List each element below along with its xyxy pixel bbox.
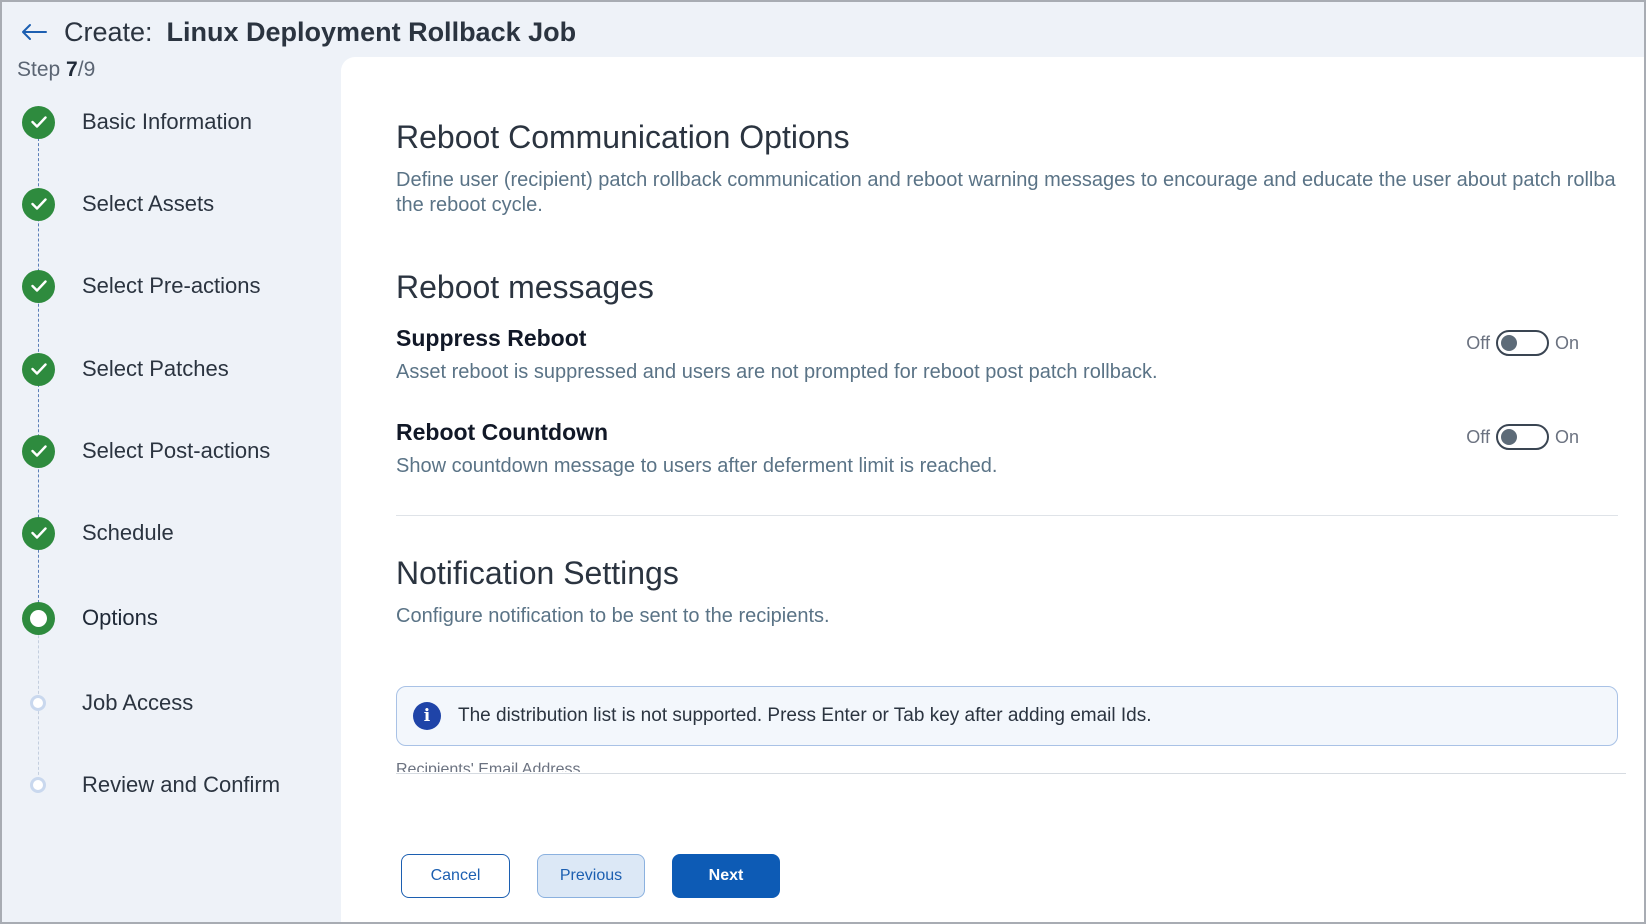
check-icon — [22, 187, 55, 221]
notification-description: Configure notification to be sent to the… — [396, 605, 830, 627]
communication-title: Reboot Communication Options — [396, 119, 850, 155]
info-icon: i — [413, 702, 441, 730]
current-step-icon — [22, 601, 55, 635]
step-select-patches[interactable]: Select Patches — [0, 347, 330, 391]
toggle-knob — [1500, 335, 1517, 351]
step-select-pre-actions[interactable]: Select Pre-actions — [0, 264, 330, 308]
step-options[interactable]: Options — [0, 596, 330, 640]
toggle-knob — [1500, 429, 1517, 445]
suppress-reboot-toggle-group: Off On — [1466, 330, 1579, 356]
toggle-off-label: Off — [1466, 426, 1490, 447]
suppress-reboot-description: Asset reboot is suppressed and users are… — [396, 361, 1158, 383]
section-divider — [396, 515, 1618, 516]
check-icon — [22, 105, 55, 139]
step-label: Schedule — [82, 520, 174, 545]
suppress-reboot-title: Suppress Reboot — [396, 325, 587, 351]
recipients-email-label: Recipients' Email Address — [396, 761, 581, 772]
next-button[interactable]: Next — [672, 854, 780, 898]
notification-settings-title: Notification Settings — [396, 555, 679, 591]
step-label: Options — [82, 605, 158, 630]
step-job-access[interactable]: Job Access — [0, 681, 330, 725]
options-panel: Reboot Communication Options Define user… — [341, 57, 1646, 924]
toggle-on-label: On — [1554, 332, 1579, 353]
reboot-countdown-toggle[interactable] — [1495, 424, 1549, 450]
check-icon — [22, 352, 55, 386]
info-banner: i The distribution list is not supported… — [396, 686, 1618, 746]
info-message: The distribution list is not supported. … — [458, 705, 1152, 726]
check-icon — [22, 269, 55, 303]
pending-step-icon — [30, 695, 46, 711]
communication-description-line: Define user (recipient) patch rollback c… — [396, 169, 1616, 191]
reboot-countdown-toggle-group: Off On — [1466, 424, 1579, 450]
step-label: Basic Information — [82, 109, 252, 134]
wizard-stepper: Basic Information Select Assets Select P… — [0, 0, 340, 924]
check-icon — [22, 516, 55, 550]
step-label: Select Post-actions — [82, 438, 271, 463]
step-label: Job Access — [82, 690, 194, 715]
toggle-off-label: Off — [1466, 332, 1490, 353]
previous-button[interactable]: Previous — [537, 854, 645, 898]
step-schedule[interactable]: Schedule — [0, 511, 330, 555]
communication-description: Define user (recipient) patch rollback c… — [396, 168, 1616, 218]
step-basic-information[interactable]: Basic Information — [0, 100, 330, 144]
reboot-countdown-description: Show countdown message to users after de… — [396, 455, 998, 477]
step-label: Review and Confirm — [82, 772, 281, 797]
step-select-assets[interactable]: Select Assets — [0, 182, 330, 226]
toggle-on-label: On — [1554, 426, 1579, 447]
step-review-and-confirm[interactable]: Review and Confirm — [0, 763, 330, 807]
cancel-button[interactable]: Cancel — [401, 854, 510, 898]
reboot-countdown-title: Reboot Countdown — [396, 419, 609, 445]
step-label: Select Assets — [82, 191, 215, 216]
suppress-reboot-toggle[interactable] — [1495, 330, 1549, 356]
step-label: Select Patches — [82, 356, 229, 381]
step-select-post-actions[interactable]: Select Post-actions — [0, 429, 330, 473]
recipients-email-field[interactable] — [396, 773, 1626, 774]
step-label: Select Pre-actions — [82, 273, 261, 298]
pending-step-icon — [30, 777, 46, 793]
reboot-messages-title: Reboot messages — [396, 269, 654, 305]
check-icon — [22, 434, 55, 468]
communication-description-line: the reboot cycle. — [396, 194, 543, 216]
